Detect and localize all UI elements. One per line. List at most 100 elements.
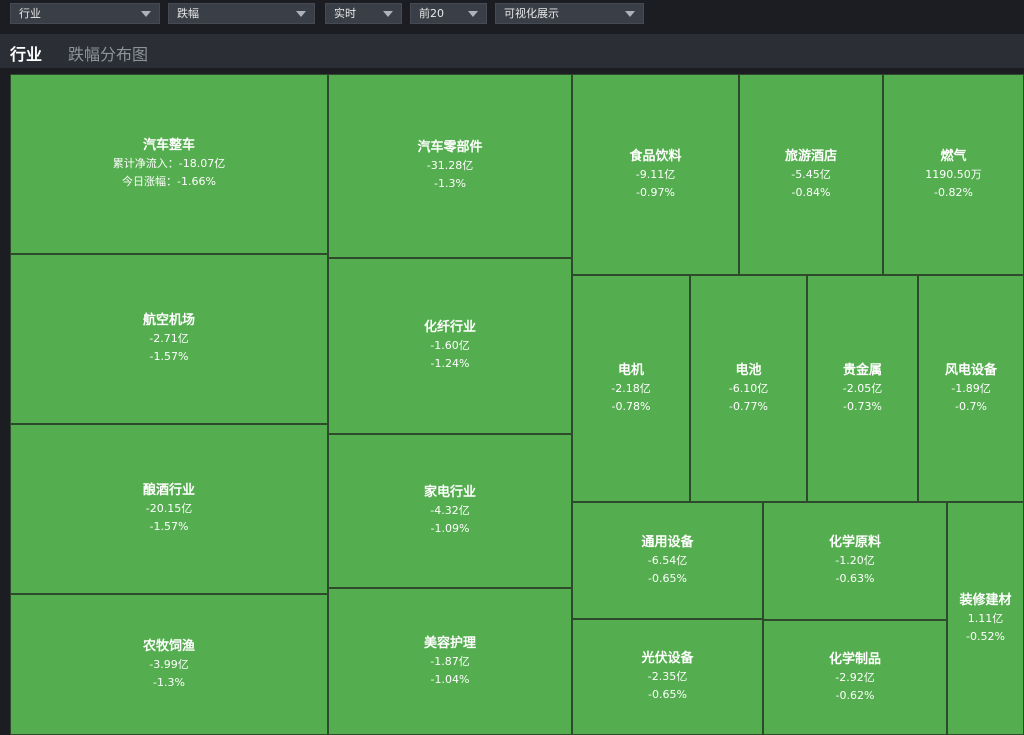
tile-change: -0.97% [636,185,675,199]
treemap-tile[interactable]: 电池 -6.10亿 -0.77% [690,275,807,502]
tile-name: 家电行业 [423,485,476,500]
treemap-tile[interactable]: 燃气 1190.50万 -0.82% [883,74,1024,275]
tile-change: -1.04% [430,672,470,686]
chevron-down-icon [141,11,151,17]
tile-name: 电池 [735,362,762,378]
tile-change: -0.65% [648,571,687,585]
tile-change: -0.62% [835,688,875,702]
tab-bar: 行业 跌幅分布图 [0,34,1024,68]
tile-change: -0.77% [729,399,768,413]
tile-change: -0.73% [843,399,882,413]
tile-net-inflow: 1.11亿 [967,611,1004,625]
chevron-down-icon [468,11,478,17]
tile-net-inflow: -2.05亿 [842,381,883,395]
tile-name: 光伏设备 [641,651,694,666]
treemap-tile[interactable]: 酿酒行业 -20.15亿 -1.57% [10,424,328,594]
tile-net-inflow: -1.87亿 [430,654,470,668]
tile-net-inflow: -2.18亿 [611,381,651,395]
tile-net-inflow: -6.10亿 [728,381,769,395]
tile-change: -0.84% [791,185,831,199]
tile-net-inflow: 累计净流入：-18.07亿 [112,157,226,170]
tile-name: 燃气 [940,148,967,164]
tab-industry[interactable]: 行业 [10,41,42,65]
tile-change: 今日涨幅：-1.66% [122,175,216,188]
treemap-tile[interactable]: 旅游酒店 -5.45亿 -0.84% [739,74,883,275]
chevron-down-icon [625,11,635,17]
tile-net-inflow: -3.99亿 [149,657,189,671]
tile-change: -0.52% [966,629,1005,643]
tab-decline-distribution[interactable]: 跌幅分布图 [68,41,148,65]
tile-name: 贵金属 [842,362,882,378]
tile-change: -1.3% [434,177,466,190]
treemap-tile[interactable]: 食品饮料 -9.11亿 -0.97% [572,74,739,275]
treemap-tile[interactable]: 贵金属 -2.05亿 -0.73% [807,275,918,502]
count-dropdown-value: 前20 [419,7,444,20]
tile-change: -0.63% [835,572,875,585]
tile-name: 美容护理 [423,635,476,651]
tile-net-inflow: -9.11亿 [635,167,676,181]
tile-name: 通用设备 [641,534,694,550]
treemap-tile[interactable]: 航空机场 -2.71亿 -1.57% [10,254,328,424]
treemap-tile[interactable]: 电机 -2.18亿 -0.78% [572,275,690,502]
tile-net-inflow: -1.20亿 [835,554,875,567]
chevron-down-icon [296,11,306,17]
chevron-down-icon [383,11,393,17]
treemap-tile[interactable]: 美容护理 -1.87亿 -1.04% [328,588,572,735]
tile-change: -0.82% [934,185,973,199]
treemap-tile[interactable]: 化纤行业 -1.60亿 -1.24% [328,258,572,434]
left-gutter [0,68,10,735]
tile-net-inflow: -20.15亿 [145,502,193,515]
tile-change: -0.78% [611,399,651,413]
tile-name: 航空机场 [142,313,195,328]
tile-net-inflow: 1190.50万 [925,167,982,181]
tile-change: -0.65% [648,688,687,701]
tile-change: -1.57% [149,520,189,533]
tile-change: -1.57% [149,350,189,363]
view-mode-dropdown[interactable]: 可视化展示 [495,3,644,24]
treemap-tile[interactable]: 风电设备 -1.89亿 -0.7% [918,275,1024,502]
tile-net-inflow: -2.35亿 [647,670,688,683]
tile-name: 农牧饲渔 [142,638,195,654]
tile-name: 旅游酒店 [784,148,837,164]
sort-dropdown-value: 跌幅 [177,7,199,20]
tile-name: 酿酒行业 [142,483,195,498]
treemap-tile[interactable]: 农牧饲渔 -3.99亿 -1.3% [10,594,328,735]
tile-net-inflow: -6.54亿 [647,553,688,567]
tile-name: 化纤行业 [423,320,476,335]
tile-name: 汽车零部件 [417,140,483,155]
tile-net-inflow: -2.92亿 [835,670,875,684]
treemap-tile[interactable]: 汽车零部件 -31.28亿 -1.3% [328,74,572,258]
view-mode-dropdown-value: 可视化展示 [504,7,559,20]
tile-net-inflow: -5.45亿 [791,167,831,181]
sort-dropdown[interactable]: 跌幅 [168,3,315,24]
treemap-tile[interactable]: 装修建材 1.11亿 -0.52% [947,502,1024,735]
treemap-tile[interactable]: 汽车整车 累计净流入：-18.07亿 今日涨幅：-1.66% [10,74,328,254]
category-dropdown-value: 行业 [19,7,41,20]
tile-name: 装修建材 [959,592,1012,608]
filter-toolbar: 行业 跌幅 实时 前20 可视化展示 [0,0,1024,34]
treemap-tile[interactable]: 化学制品 -2.92亿 -0.62% [763,620,947,735]
tile-change: -1.3% [153,675,185,689]
tile-net-inflow: -2.71亿 [149,332,189,345]
treemap-tile[interactable]: 化学原料 -1.20亿 -0.63% [763,502,947,620]
period-dropdown-value: 实时 [334,7,356,20]
tile-change: -1.24% [430,357,470,370]
treemap-tile[interactable]: 光伏设备 -2.35亿 -0.65% [572,619,763,735]
tile-net-inflow: -4.32亿 [430,504,470,517]
tile-change: -0.7% [955,399,987,413]
tile-name: 风电设备 [944,362,997,378]
tile-name: 汽车整车 [142,138,195,153]
tile-name: 化学制品 [828,651,881,667]
tile-name: 食品饮料 [629,148,682,164]
tile-net-inflow: -1.89亿 [951,381,991,395]
treemap: 汽车整车 累计净流入：-18.07亿 今日涨幅：-1.66% 航空机场 -2.7… [10,74,1024,735]
treemap-tile[interactable]: 通用设备 -6.54亿 -0.65% [572,502,763,619]
period-dropdown[interactable]: 实时 [325,3,402,24]
tile-name: 化学原料 [828,535,881,550]
tile-change: -1.09% [430,522,470,535]
treemap-tile[interactable]: 家电行业 -4.32亿 -1.09% [328,434,572,588]
count-dropdown[interactable]: 前20 [410,3,487,24]
tile-net-inflow: -31.28亿 [426,159,474,172]
tile-net-inflow: -1.60亿 [430,339,470,352]
category-dropdown[interactable]: 行业 [10,3,160,24]
